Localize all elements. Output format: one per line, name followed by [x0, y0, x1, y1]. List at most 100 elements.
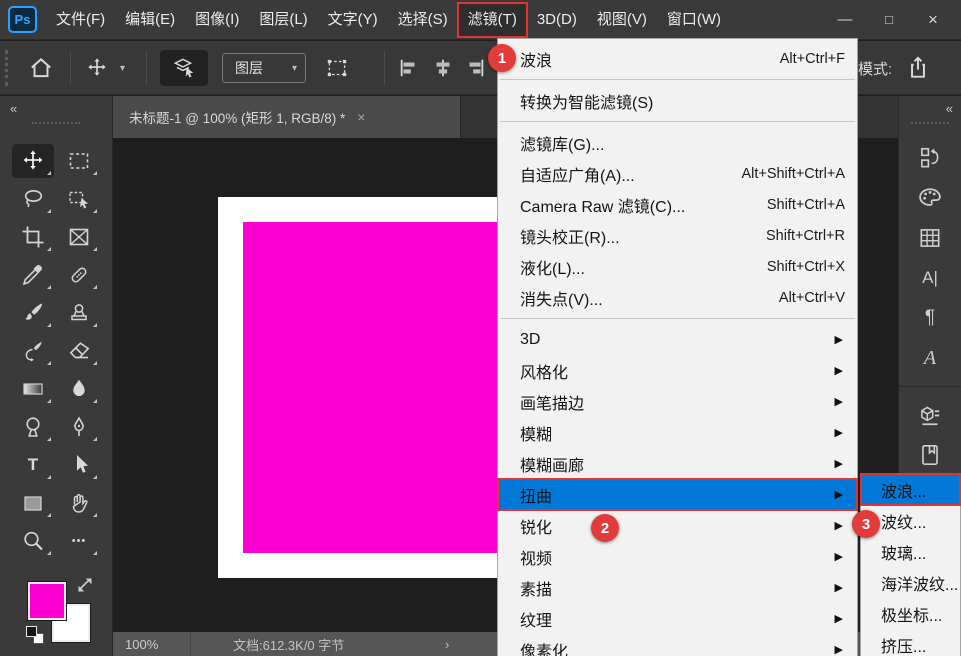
foreground-color-swatch[interactable] [28, 582, 66, 620]
filter-menu-item-blur-gallery[interactable]: 模糊画廊▶ [498, 448, 857, 479]
filter-menu-item-3d[interactable]: 3D▶ [498, 324, 857, 355]
filter-menu-item-lens-correction[interactable]: 镜头校正(R)...Shift+Ctrl+R [498, 220, 857, 251]
submenu-item-wave[interactable]: 波浪... [861, 474, 960, 505]
glyphs-panel-icon[interactable]: A [924, 338, 936, 378]
filter-menu-item-stylize[interactable]: 风格化▶ [498, 355, 857, 386]
blur-tool[interactable] [58, 372, 100, 406]
align-horizontal-centers-icon[interactable] [432, 41, 454, 95]
menu-view[interactable]: 视图(V) [587, 3, 657, 37]
menu-window[interactable]: 窗口(W) [657, 3, 731, 37]
submenu-arrow-icon: ▶ [835, 333, 845, 346]
brush-tool[interactable] [12, 296, 54, 330]
swatches-panel-icon[interactable] [917, 218, 943, 258]
annotation-step-1-badge: 1 [488, 44, 516, 72]
submenu-item-ocean-ripple[interactable]: 海洋波纹... [861, 567, 960, 598]
panel-grip[interactable] [911, 122, 949, 124]
filter-menu-item-vanishing-point[interactable]: 消失点(V)...Alt+Ctrl+V [498, 282, 857, 313]
options-bar-grip[interactable] [5, 50, 8, 86]
crop-tool[interactable] [12, 220, 54, 254]
menu-3d[interactable]: 3D(D) [527, 3, 587, 37]
properties-panel-icon[interactable] [917, 395, 943, 435]
rectangular-marquee-tool[interactable] [58, 144, 100, 178]
filter-menu-item-filter-gallery[interactable]: 滤镜库(G)... [498, 127, 857, 158]
filter-menu-item-distort[interactable]: 扭曲▶ [498, 479, 857, 510]
gradient-tool[interactable] [12, 372, 54, 406]
artboard [218, 197, 510, 578]
swap-colors-icon[interactable] [76, 576, 94, 594]
panel-icon-stack: A| ¶ A [899, 138, 961, 475]
home-icon[interactable] [28, 41, 54, 95]
collapse-panel-icon[interactable]: « [10, 101, 15, 116]
document-tab[interactable]: 未标题-1 @ 100% (矩形 1, RGB/8) * × [113, 96, 461, 138]
menu-file[interactable]: 文件(F) [46, 3, 115, 37]
auto-select-target-dropdown[interactable]: 图层 ▾ [222, 53, 306, 83]
eyedropper-tool[interactable] [12, 258, 54, 292]
type-tool[interactable]: T [12, 448, 54, 482]
share-icon[interactable] [905, 41, 931, 95]
menu-image[interactable]: 图像(I) [185, 3, 249, 37]
zoom-tool[interactable] [12, 524, 54, 558]
eraser-tool[interactable] [58, 334, 100, 368]
filter-menu-item-sharpen[interactable]: 锐化▶ [498, 510, 857, 541]
move-tool-option-icon[interactable] [86, 41, 108, 95]
filter-menu-item-convert-smart-filters[interactable]: 转换为智能滤镜(S) [498, 85, 857, 116]
align-left-edges-icon[interactable] [398, 41, 420, 95]
submenu-arrow-icon: ▶ [835, 488, 845, 501]
menu-filter[interactable]: 滤镜(T) [458, 3, 527, 37]
filter-menu-item-liquify[interactable]: 液化(L)...Shift+Ctrl+X [498, 251, 857, 282]
menu-select[interactable]: 选择(S) [388, 3, 458, 37]
clone-stamp-tool[interactable] [58, 296, 100, 330]
auto-select-layers-icon[interactable] [160, 50, 208, 86]
filter-menu-item-texture[interactable]: 纹理▶ [498, 603, 857, 634]
submenu-item-polar-coordinates[interactable]: 极坐标... [861, 598, 960, 629]
default-colors-icon[interactable] [26, 626, 46, 646]
menu-type[interactable]: 文字(Y) [318, 3, 388, 37]
dodge-tool[interactable] [12, 410, 54, 444]
align-right-edges-icon[interactable] [464, 41, 486, 95]
paragraph-panel-icon[interactable]: ¶ [925, 298, 935, 338]
filter-menu-item-video[interactable]: 视频▶ [498, 541, 857, 572]
history-panel-icon[interactable] [917, 138, 943, 178]
filter-menu-item-adaptive-wide-angle[interactable]: 自适应广角(A)...Alt+Shift+Ctrl+A [498, 158, 857, 189]
filter-menu-item-blur[interactable]: 模糊▶ [498, 417, 857, 448]
tab-close-icon[interactable]: × [357, 109, 365, 125]
filter-menu-item-brush-strokes[interactable]: 画笔描边▶ [498, 386, 857, 417]
submenu-arrow-icon: ▶ [835, 457, 845, 470]
pen-tool[interactable] [58, 410, 100, 444]
edit-toolbar-icon[interactable]: ••• [58, 524, 100, 558]
object-selection-tool[interactable] [58, 182, 100, 216]
show-transform-controls-icon[interactable] [324, 41, 350, 95]
chevron-down-icon[interactable]: ▾ [116, 41, 125, 95]
hand-tool[interactable] [58, 486, 100, 520]
submenu-arrow-icon: ▶ [835, 612, 845, 625]
minimize-button[interactable]: — [823, 3, 867, 37]
history-brush-tool[interactable] [12, 334, 54, 368]
spot-healing-brush-tool[interactable] [58, 258, 100, 292]
frame-tool[interactable] [58, 220, 100, 254]
move-tool[interactable] [12, 144, 54, 178]
menu-layer[interactable]: 图层(L) [249, 3, 317, 37]
close-button[interactable]: × [911, 3, 955, 37]
filter-menu-item-sketch[interactable]: 素描▶ [498, 572, 857, 603]
character-panel-icon[interactable]: A| [922, 258, 938, 298]
status-chevron-icon[interactable]: › [445, 632, 449, 656]
menu-bar: Ps 文件(F) 编辑(E) 图像(I) 图层(L) 文字(Y) 选择(S) 滤… [0, 0, 961, 40]
filter-menu-item-pixelate[interactable]: 像素化▶ [498, 634, 857, 656]
rectangle-tool[interactable] [12, 486, 54, 520]
submenu-item-glass[interactable]: 玻璃... [861, 536, 960, 567]
panel-divider [899, 386, 961, 387]
filter-menu-item-wave-last[interactable]: 波浪Alt+Ctrl+F [498, 43, 857, 74]
libraries-panel-icon[interactable] [917, 435, 943, 475]
submenu-arrow-icon: ▶ [835, 395, 845, 408]
submenu-item-pinch[interactable]: 挤压... [861, 629, 960, 656]
menu-edit[interactable]: 编辑(E) [115, 3, 185, 37]
panel-grip[interactable] [32, 122, 80, 124]
zoom-level[interactable]: 100% [113, 632, 191, 656]
color-panel-icon[interactable] [916, 178, 944, 218]
filter-menu-item-camera-raw[interactable]: Camera Raw 滤镜(C)...Shift+Ctrl+A [498, 189, 857, 220]
menu-separator [500, 79, 855, 80]
path-selection-tool[interactable] [58, 448, 100, 482]
maximize-button[interactable]: □ [867, 3, 911, 37]
lasso-tool[interactable] [12, 182, 54, 216]
collapse-panel-icon[interactable]: « [946, 101, 951, 116]
